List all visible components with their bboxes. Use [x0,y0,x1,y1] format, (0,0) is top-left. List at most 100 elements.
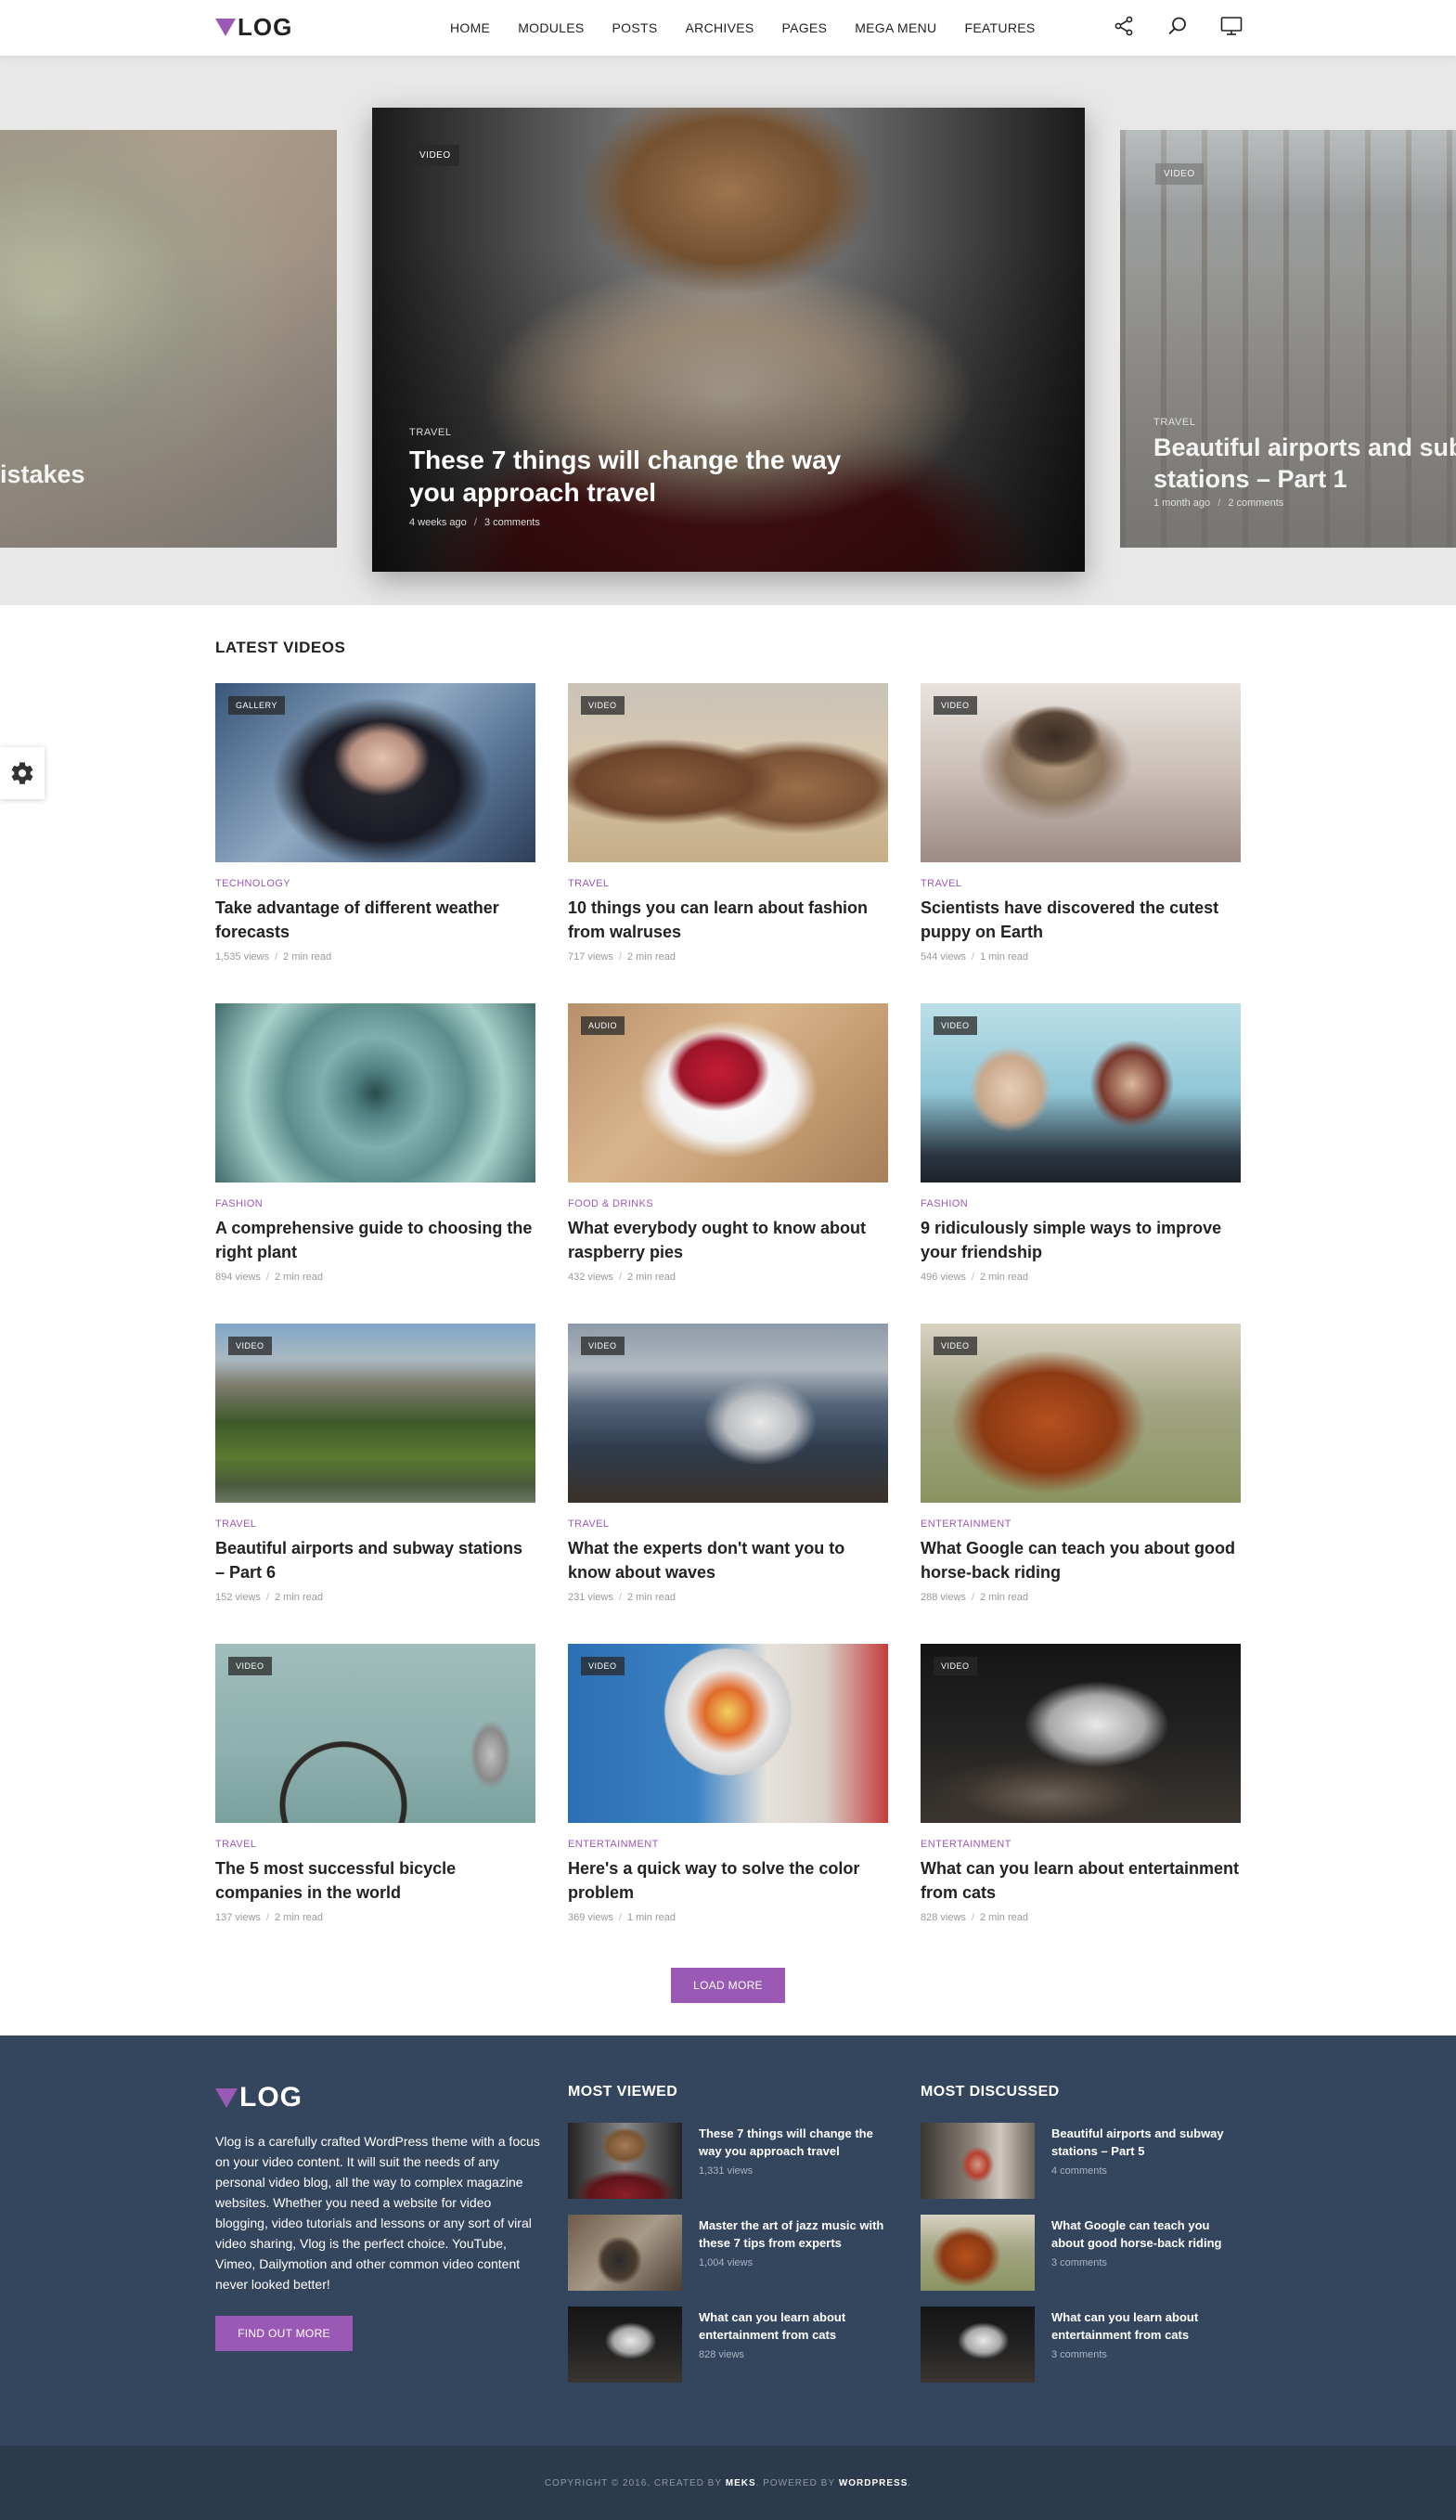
author-link[interactable]: MEKS [726,2478,756,2488]
find-out-more-button[interactable]: FIND OUT MORE [215,2316,353,2351]
site-logo[interactable]: LOG [215,13,292,42]
post-category[interactable]: TRAVEL [215,1518,535,1530]
nav-home[interactable]: HOME [450,20,490,35]
post-title[interactable]: Here's a quick way to solve the color pr… [568,1856,888,1905]
list-item-thumbnail[interactable] [568,2307,682,2383]
post-title[interactable]: Beautiful airports and subway stations –… [215,1536,535,1584]
post-thumbnail[interactable]: AUDIO [568,1003,888,1182]
post-thumbnail[interactable]: VIDEO [568,1324,888,1503]
nav-pages[interactable]: PAGES [782,20,828,35]
slide-right-category[interactable]: TRAVEL [1153,417,1196,428]
post-thumbnail[interactable]: GALLERY [215,683,535,862]
nav-mega-menu[interactable]: MEGA MENU [855,20,936,35]
copyright-mid: . POWERED BY [755,2477,836,2488]
post-card: VIDEO FASHION 9 ridiculously simple ways… [921,1003,1241,1296]
post-title[interactable]: 9 ridiculously simple ways to improve yo… [921,1216,1241,1264]
list-item-thumbnail[interactable] [921,2215,1035,2291]
post-badge: VIDEO [228,1337,272,1355]
post-category[interactable]: TECHNOLOGY [215,878,535,889]
monitor-icon[interactable] [1220,15,1243,37]
list-item-title[interactable]: What can you learn about entertainment f… [1051,2308,1241,2344]
post-title[interactable]: What Google can teach you about good hor… [921,1536,1241,1584]
post-badge: VIDEO [934,1657,977,1675]
post-title[interactable]: Scientists have discovered the cutest pu… [921,896,1241,944]
slide-center[interactable]: VIDEO TRAVEL These 7 things will change … [372,108,1085,572]
list-item[interactable]: Beautiful airports and subway stations –… [921,2123,1241,2199]
post-card: AUDIO FOOD & DRINKS What everybody ought… [568,1003,888,1296]
slide-center-title[interactable]: These 7 things will change the way you a… [409,444,855,509]
most-discussed-list: Beautiful airports and subway stations –… [921,2123,1241,2398]
post-thumbnail[interactable]: VIDEO [568,683,888,862]
list-item-thumbnail[interactable] [921,2307,1035,2383]
search-icon[interactable] [1166,15,1189,37]
slide-right-title[interactable]: Beautiful airports and subway stations –… [1153,433,1456,496]
post-category[interactable]: ENTERTAINMENT [921,1839,1241,1850]
list-item-title[interactable]: Master the art of jazz music with these … [699,2216,888,2252]
post-category[interactable]: TRAVEL [215,1839,535,1850]
post-thumbnail[interactable]: VIDEO [921,1324,1241,1503]
post-category[interactable]: TRAVEL [921,878,1241,889]
nav-archives[interactable]: ARCHIVES [686,20,754,35]
footer-logo-text: LOG [239,2082,303,2113]
list-item-title[interactable]: What Google can teach you about good hor… [1051,2216,1241,2252]
list-item-title[interactable]: What can you learn about entertainment f… [699,2308,888,2344]
post-title[interactable]: What everybody ought to know about raspb… [568,1216,888,1264]
list-item-thumbnail[interactable] [568,2215,682,2291]
post-badge: VIDEO [581,1337,625,1355]
list-item-title[interactable]: These 7 things will change the way you a… [699,2125,888,2160]
slide-center-meta: 4 weeks ago / 3 comments [409,517,540,528]
logo-text: LOG [238,13,293,41]
post-title[interactable]: The 5 most successful bicycle companies … [215,1856,535,1905]
post-meta: 137 views/2 min read [215,1912,323,1923]
post-meta: 152 views/2 min read [215,1592,323,1603]
post-meta: 894 views/2 min read [215,1272,323,1283]
settings-tab[interactable] [0,747,45,799]
list-item-meta: 1,331 views [699,2165,754,2177]
load-more-button[interactable]: LOAD MORE [671,1968,785,2003]
list-item-thumbnail[interactable] [568,2123,682,2199]
post-category[interactable]: ENTERTAINMENT [921,1518,1241,1530]
post-thumbnail[interactable]: VIDEO [215,1324,535,1503]
list-item[interactable]: These 7 things will change the way you a… [568,2123,888,2199]
post-category[interactable]: ENTERTAINMENT [568,1839,888,1850]
slide-center-category[interactable]: TRAVEL [409,427,452,438]
post-category[interactable]: TRAVEL [568,878,888,889]
post-title[interactable]: 10 things you can learn about fashion fr… [568,896,888,944]
post-card: VIDEO TRAVEL Beautiful airports and subw… [215,1324,535,1616]
nav-features[interactable]: FEATURES [964,20,1035,35]
list-item[interactable]: What can you learn about entertainment f… [568,2307,888,2383]
post-title[interactable]: What can you learn about entertainment f… [921,1856,1241,1905]
post-thumbnail[interactable]: VIDEO [921,683,1241,862]
post-thumbnail[interactable]: VIDEO [215,1644,535,1823]
list-item[interactable]: Master the art of jazz music with these … [568,2215,888,2291]
post-meta: 544 views/1 min read [921,951,1028,963]
list-item-meta: 828 views [699,2349,744,2360]
share-icon[interactable] [1113,15,1135,37]
nav-modules[interactable]: MODULES [518,20,584,35]
header-actions [1113,15,1243,37]
slide-right[interactable]: VIDEO TRAVEL Beautiful airports and subw… [1120,130,1456,548]
platform-link[interactable]: WORDPRESS [839,2478,908,2488]
post-thumbnail[interactable] [215,1003,535,1182]
post-category[interactable]: FOOD & DRINKS [568,1198,888,1209]
post-title[interactable]: A comprehensive guide to choosing the ri… [215,1216,535,1264]
post-thumbnail[interactable]: VIDEO [921,1003,1241,1182]
footer-logo[interactable]: LOG [215,2082,303,2113]
slide-left[interactable]: istakes [0,130,337,548]
list-item[interactable]: What can you learn about entertainment f… [921,2307,1241,2383]
post-category[interactable]: FASHION [921,1198,1241,1209]
main-nav: HOME MODULES POSTS ARCHIVES PAGES MEGA M… [436,0,1050,56]
post-category[interactable]: TRAVEL [568,1518,888,1530]
post-category[interactable]: FASHION [215,1198,535,1209]
list-item[interactable]: What Google can teach you about good hor… [921,2215,1241,2291]
post-badge: GALLERY [228,696,285,715]
nav-posts[interactable]: POSTS [612,20,658,35]
logo-triangle-icon [215,19,236,36]
list-item-thumbnail[interactable] [921,2123,1035,2199]
featured-slider: istakes VIDEO TRAVEL These 7 things will… [0,56,1456,605]
post-title[interactable]: Take advantage of different weather fore… [215,896,535,944]
list-item-title[interactable]: Beautiful airports and subway stations –… [1051,2125,1241,2160]
post-thumbnail[interactable]: VIDEO [921,1644,1241,1823]
post-thumbnail[interactable]: VIDEO [568,1644,888,1823]
post-title[interactable]: What the experts don't want you to know … [568,1536,888,1584]
